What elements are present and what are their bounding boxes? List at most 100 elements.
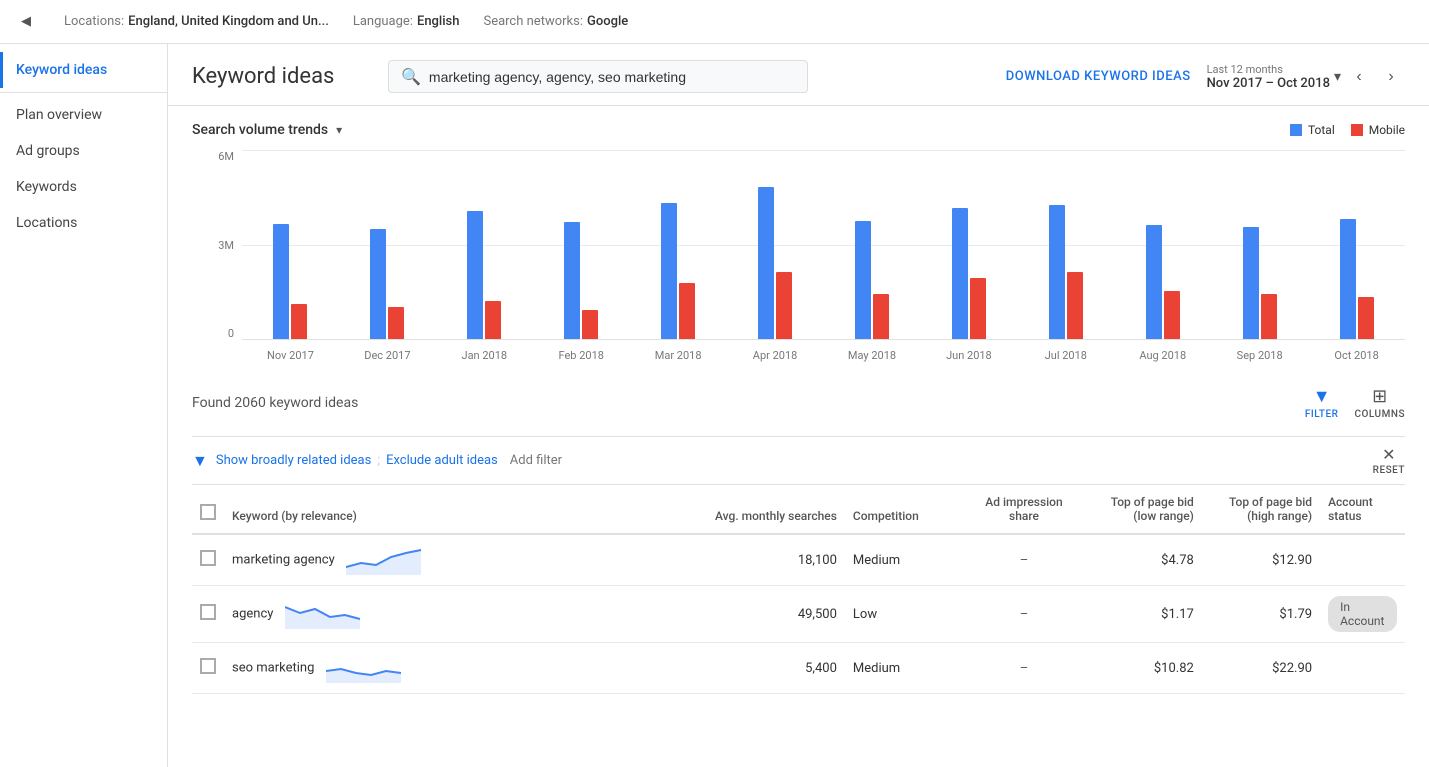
legend-mobile: Mobile bbox=[1351, 123, 1405, 137]
row-checkbox-1[interactable] bbox=[200, 604, 216, 620]
sidebar-item-keyword-ideas[interactable]: Keyword ideas bbox=[0, 52, 167, 88]
bar-blue-8 bbox=[1049, 205, 1065, 339]
row-check-1 bbox=[192, 586, 224, 643]
row-competition-1: Low bbox=[845, 586, 964, 643]
search-icon: 🔍 bbox=[401, 67, 421, 86]
main-layout: Keyword ideas Plan overview Ad groups Ke… bbox=[0, 44, 1429, 767]
legend-total-label: Total bbox=[1308, 123, 1335, 137]
y-label-6m: 6M bbox=[218, 150, 234, 163]
date-range-value: Nov 2017 – Oct 2018 bbox=[1207, 76, 1330, 91]
x-label-9: Aug 2018 bbox=[1114, 349, 1211, 362]
filter-icon: ▼ bbox=[1313, 386, 1331, 407]
row-status-1: In Account bbox=[1320, 586, 1405, 643]
columns-button[interactable]: ⊞ COLUMNS bbox=[1354, 386, 1405, 420]
x-label-4: Mar 2018 bbox=[630, 349, 727, 362]
columns-label: COLUMNS bbox=[1354, 409, 1405, 420]
bar-group-7 bbox=[922, 208, 1017, 339]
networks-label: Search networks: bbox=[483, 14, 583, 29]
x-label-10: Sep 2018 bbox=[1211, 349, 1308, 362]
add-filter-link[interactable]: Add filter bbox=[510, 453, 562, 468]
x-label-7: Jun 2018 bbox=[920, 349, 1017, 362]
topbar-locations: Locations: England, United Kingdom and U… bbox=[64, 14, 329, 29]
keywords-tbody: marketing agency 18,100 Medium – $4.78 $… bbox=[192, 534, 1405, 694]
bar-blue-10 bbox=[1243, 227, 1259, 339]
date-prev-button[interactable]: ‹ bbox=[1345, 63, 1373, 91]
sidebar-item-plan-overview[interactable]: Plan overview bbox=[0, 97, 167, 133]
bar-group-9 bbox=[1116, 225, 1211, 339]
download-button[interactable]: DOWNLOAD KEYWORD IDEAS bbox=[1006, 69, 1191, 84]
keywords-table: Keyword (by relevance) Avg. monthly sear… bbox=[192, 485, 1405, 694]
x-label-11: Oct 2018 bbox=[1308, 349, 1405, 362]
row-checkbox-2[interactable] bbox=[200, 658, 216, 674]
date-next-button[interactable]: › bbox=[1377, 63, 1405, 91]
header-right: DOWNLOAD KEYWORD IDEAS Last 12 months No… bbox=[1006, 63, 1405, 91]
row-searches-2: 5,400 bbox=[668, 643, 845, 694]
row-check-2 bbox=[192, 643, 224, 694]
keyword-text-2: seo marketing bbox=[232, 660, 314, 675]
sparkline-1 bbox=[285, 599, 365, 629]
chart-header: Search volume trends ▾ Total Mobile bbox=[192, 122, 1405, 138]
keywords-count: Found 2060 keyword ideas bbox=[192, 395, 358, 411]
networks-value: Google bbox=[587, 14, 628, 29]
table-row: seo marketing 5,400 Medium – $10.82 $22.… bbox=[192, 643, 1405, 694]
bar-group-3 bbox=[533, 222, 628, 339]
x-label-5: Apr 2018 bbox=[727, 349, 824, 362]
sidebar: Keyword ideas Plan overview Ad groups Ke… bbox=[0, 44, 168, 767]
reset-icon: ✕ bbox=[1382, 445, 1395, 464]
locations-value: England, United Kingdom and Un... bbox=[128, 14, 329, 29]
x-label-3: Feb 2018 bbox=[533, 349, 630, 362]
chart-section: Search volume trends ▾ Total Mobile bbox=[168, 106, 1429, 370]
search-bar[interactable]: 🔍 bbox=[388, 60, 808, 93]
chart-legend: Total Mobile bbox=[1290, 123, 1405, 137]
bar-blue-2 bbox=[467, 211, 483, 339]
bar-group-10 bbox=[1213, 227, 1308, 339]
filter-link-broadly[interactable]: Show broadly related ideas bbox=[216, 453, 372, 468]
row-competition-2: Medium bbox=[845, 643, 964, 694]
bar-red-11 bbox=[1358, 297, 1374, 339]
sidebar-item-locations[interactable]: Locations bbox=[0, 205, 167, 241]
filter-separator: ; bbox=[377, 453, 380, 468]
language-label: Language: bbox=[353, 14, 413, 29]
filter-link-adult[interactable]: Exclude adult ideas bbox=[386, 453, 498, 468]
date-range-dropdown[interactable]: ▾ bbox=[1334, 69, 1341, 85]
th-competition: Competition bbox=[845, 485, 964, 534]
collapse-button[interactable]: ◀ bbox=[12, 0, 40, 44]
select-all-checkbox[interactable] bbox=[200, 504, 216, 520]
chart-container: 6M 3M 0 Nov 2017Dec 2017Jan 2018Feb 2018… bbox=[192, 150, 1405, 370]
bar-blue-4 bbox=[661, 203, 677, 339]
sparkline-0 bbox=[346, 545, 426, 575]
row-bid-low-2: $10.82 bbox=[1084, 643, 1202, 694]
bar-red-0 bbox=[291, 304, 307, 339]
row-bid-low-1: $1.17 bbox=[1084, 586, 1202, 643]
th-account-status: Account status bbox=[1320, 485, 1405, 534]
chart-bars-area bbox=[242, 150, 1405, 340]
locations-label: Locations: bbox=[64, 14, 124, 29]
topbar-networks: Search networks: Google bbox=[483, 14, 628, 29]
reset-label: RESET bbox=[1373, 465, 1405, 476]
filter-label: FILTER bbox=[1305, 409, 1339, 420]
sidebar-item-keywords[interactable]: Keywords bbox=[0, 169, 167, 205]
bar-red-10 bbox=[1261, 294, 1277, 339]
chart-dropdown-arrow[interactable]: ▾ bbox=[336, 123, 342, 137]
x-label-2: Jan 2018 bbox=[436, 349, 533, 362]
keyword-text-0: marketing agency bbox=[232, 552, 335, 567]
row-impression-0: – bbox=[964, 534, 1083, 586]
row-checkbox-0[interactable] bbox=[200, 550, 216, 566]
bar-blue-3 bbox=[564, 222, 580, 339]
bar-red-6 bbox=[873, 294, 889, 339]
table-row: agency 49,500 Low – $1.17 $1.79 In Accou… bbox=[192, 586, 1405, 643]
y-label-3m: 3M bbox=[218, 239, 234, 252]
x-label-1: Dec 2017 bbox=[339, 349, 436, 362]
legend-total: Total bbox=[1290, 123, 1335, 137]
legend-red-dot bbox=[1351, 124, 1363, 136]
bar-blue-7 bbox=[952, 208, 968, 339]
sidebar-item-ad-groups[interactable]: Ad groups bbox=[0, 133, 167, 169]
reset-button[interactable]: ✕ RESET bbox=[1373, 445, 1405, 476]
main-content: Keyword ideas 🔍 DOWNLOAD KEYWORD IDEAS L… bbox=[168, 44, 1429, 767]
bar-blue-0 bbox=[273, 224, 289, 339]
filter-button[interactable]: ▼ FILTER bbox=[1305, 386, 1339, 420]
search-input[interactable] bbox=[429, 69, 795, 85]
legend-mobile-label: Mobile bbox=[1369, 123, 1405, 137]
content-header: Keyword ideas 🔍 DOWNLOAD KEYWORD IDEAS L… bbox=[168, 44, 1429, 106]
bar-group-0 bbox=[242, 224, 337, 339]
